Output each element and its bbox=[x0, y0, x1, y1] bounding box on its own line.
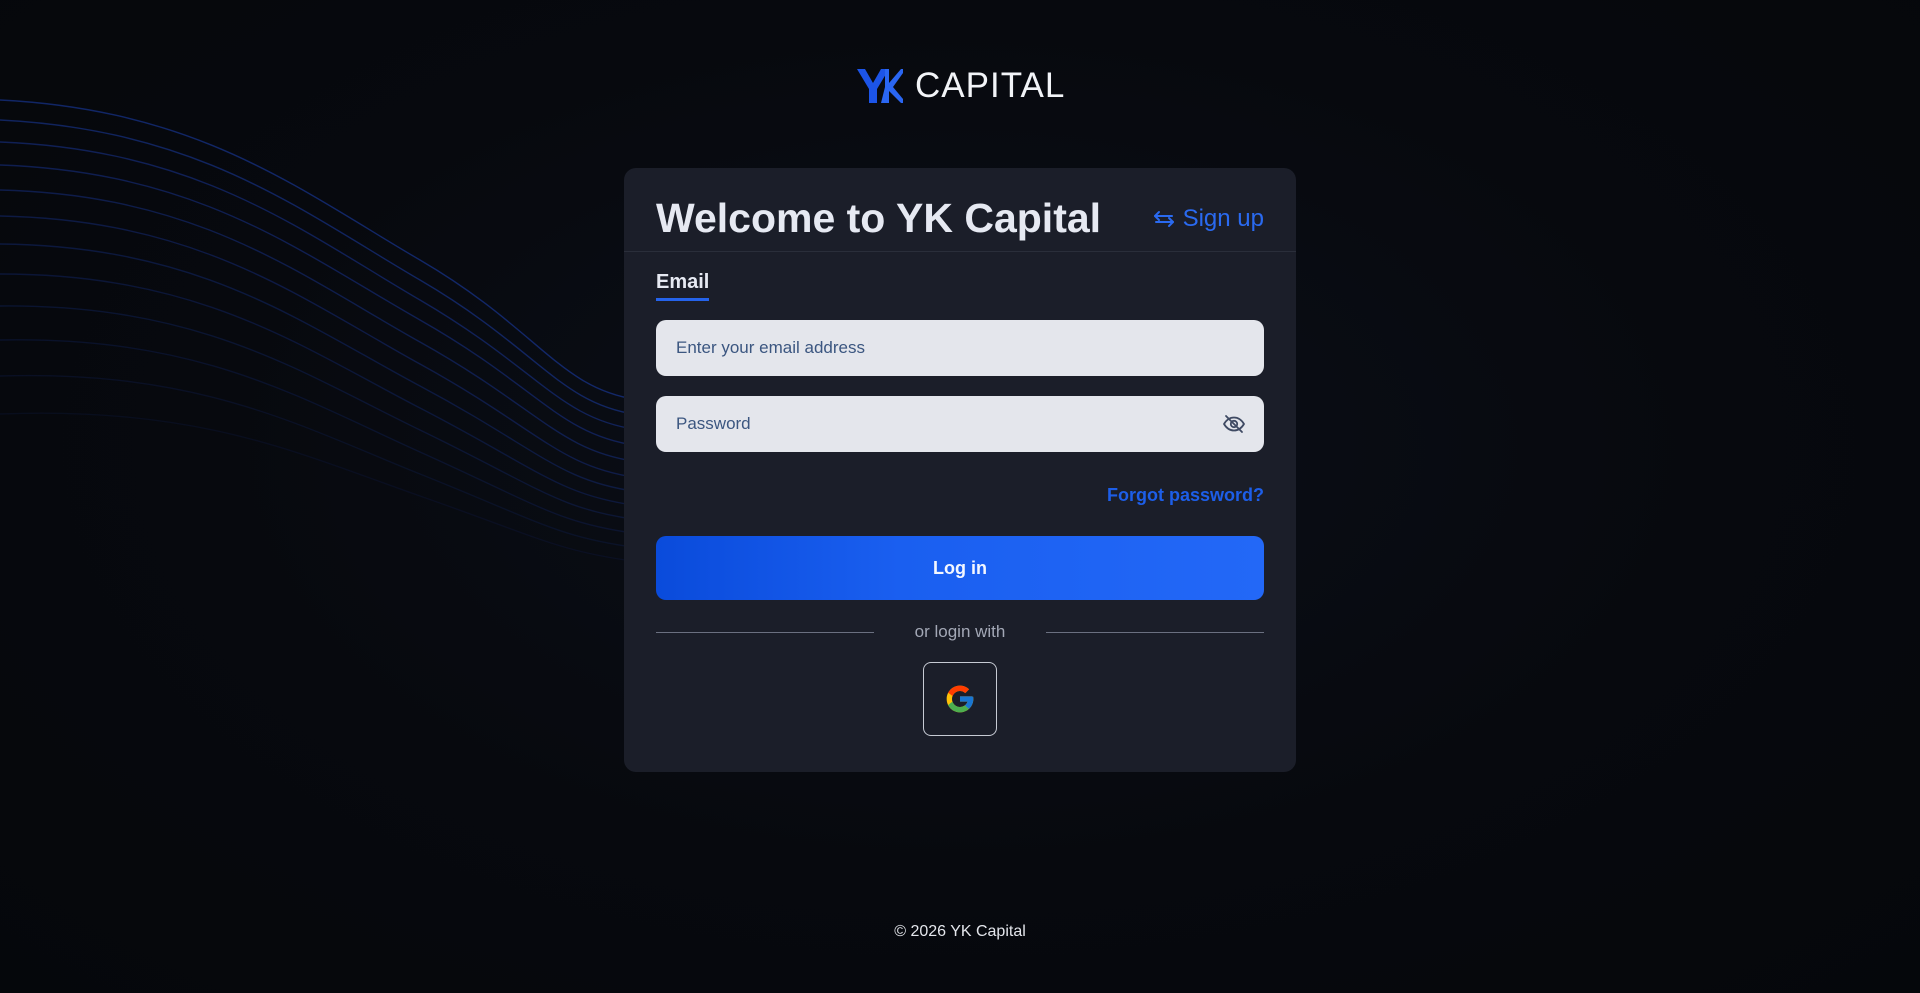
google-login-button[interactable] bbox=[923, 662, 997, 736]
google-icon bbox=[946, 685, 974, 713]
forgot-password-link[interactable]: Forgot password? bbox=[1107, 484, 1264, 506]
tab-email[interactable]: Email bbox=[656, 270, 710, 301]
brand-name: CAPITAL bbox=[915, 66, 1066, 105]
page-title: Welcome to YK Capital bbox=[656, 195, 1102, 241]
email-field-wrapper bbox=[656, 320, 1264, 376]
card-header: Welcome to YK Capital Sign up bbox=[624, 168, 1296, 252]
login-card: Welcome to YK Capital Sign up Email Ente… bbox=[624, 168, 1296, 772]
brand-logo: CAPITAL bbox=[857, 66, 1065, 106]
swap-arrows-icon bbox=[1153, 211, 1174, 227]
footer-copyright: © 2026 YK Capital bbox=[894, 923, 1026, 940]
yk-logo-icon bbox=[857, 69, 903, 103]
signup-label: Sign up bbox=[1182, 205, 1264, 232]
password-input[interactable] bbox=[656, 396, 1264, 452]
eye-off-icon bbox=[1223, 415, 1245, 433]
signup-link[interactable]: Sign up bbox=[1153, 204, 1264, 234]
divider-line-right bbox=[1046, 632, 1264, 633]
login-page: CAPITAL Welcome to YK Capital Sign up Em… bbox=[0, 0, 1920, 993]
password-field-wrapper bbox=[656, 396, 1264, 452]
toggle-password-visibility[interactable] bbox=[1222, 412, 1246, 436]
login-button[interactable]: Log in bbox=[656, 536, 1264, 600]
email-input[interactable] bbox=[656, 320, 1264, 376]
